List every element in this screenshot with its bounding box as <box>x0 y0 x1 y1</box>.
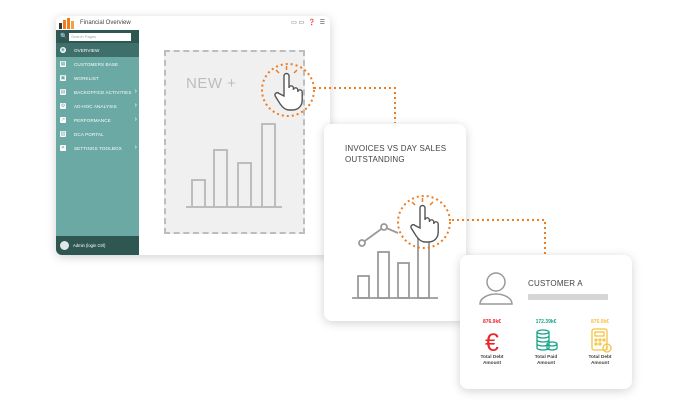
app-window: Financial Overview ▭ ▭ ❓ ☰ 🔍 ◉ OVERVIEW ▦ C… <box>56 16 330 255</box>
eye-icon: ◉ <box>60 47 66 53</box>
sidebar-item-label: DCA PORTAL <box>74 131 104 137</box>
portal-icon: ▥ <box>60 131 66 137</box>
backoffice-icon: ▤ <box>60 89 66 95</box>
metric-total-paid: 172.39k€ Total Paid Amount <box>522 319 570 367</box>
svg-text:€: € <box>606 346 609 352</box>
search-icon[interactable]: 🔍 <box>60 33 69 40</box>
title-bar: Financial Overview ▭ ▭ ❓ ☰ <box>56 16 330 30</box>
menu-icon[interactable]: ☰ <box>320 19 325 27</box>
sidebar-item-backoffice-activities[interactable]: ▤ BACKOFFICE ACTIVITIES › <box>56 85 139 99</box>
sidebar-item-settings-toolbox[interactable]: ✕ SETTINGS TOOLBOX › <box>56 141 139 155</box>
sidebar-item-label: OVERVIEW <box>74 47 100 53</box>
chevron-right-icon[interactable]: › <box>135 116 137 123</box>
worklist-icon: ▣ <box>60 75 66 81</box>
chevron-right-icon[interactable]: › <box>135 144 137 151</box>
metric-label: Total Paid Amount <box>522 355 570 367</box>
customer-card[interactable]: CUSTOMER A 876.9k€ € Total Debt Amount 1… <box>460 255 632 389</box>
search-bar: 🔍 <box>56 30 139 43</box>
performance-icon: ↗ <box>60 117 66 123</box>
chevron-right-icon[interactable]: › <box>135 88 137 95</box>
tools-icon: ✕ <box>60 145 66 151</box>
new-widget-dropzone[interactable]: NEW + <box>164 50 305 234</box>
help-icon[interactable]: ❓ <box>308 19 315 27</box>
sidebar-item-label: PERFORMANCE <box>74 117 111 123</box>
metric-label-line2: Amount <box>482 361 502 366</box>
metric-total-debt: 876.9k€ € Total Debt Amount <box>468 319 516 367</box>
sidebar-item-label: CUSTOMERS BASE <box>74 61 119 67</box>
coins-icon <box>536 329 558 351</box>
sidebar-item-label: SETTINGS TOOLBOX <box>74 145 122 151</box>
metric-total-debt-2: 876.9k€ € Total Debt Amount <box>576 319 624 367</box>
sidebar-item-customers-base[interactable]: ▦ CUSTOMERS BASE <box>56 57 139 71</box>
app-title: Financial Overview <box>80 20 131 26</box>
titlebar-icons: ▭ ▭ ❓ ☰ <box>291 19 325 27</box>
invoices-card[interactable]: INVOICES VS DAY SALES OUTSTANDING <box>324 124 466 321</box>
euro-icon: € <box>485 329 499 355</box>
window-icon[interactable]: ▭ ▭ <box>291 19 304 27</box>
svg-text:€: € <box>485 329 499 355</box>
app-logo <box>59 17 74 29</box>
customer-placeholder-bar <box>528 294 608 300</box>
metric-value: 172.39k€ <box>535 319 557 325</box>
calculator-icon: € <box>591 328 612 353</box>
main-content: NEW + <box>139 30 330 255</box>
sidebar-item-label: BACKOFFICE ACTIVITIES <box>74 89 132 95</box>
customer-name: CUSTOMER A <box>528 279 583 288</box>
sidebar-item-performance[interactable]: ↗ PERFORMANCE › <box>56 113 139 127</box>
sidebar-item-dca-portal[interactable]: ▥ DCA PORTAL <box>56 127 139 141</box>
sidebar-nav: ◉ OVERVIEW ▦ CUSTOMERS BASE ▣ WORKLIST ▤ BACKOF… <box>56 43 139 155</box>
metric-label: Total Debt Amount <box>468 355 516 367</box>
metric-label-line2: Amount <box>590 361 610 366</box>
sidebar-item-overview[interactable]: ◉ OVERVIEW <box>56 43 139 57</box>
avatar <box>60 241 69 250</box>
metric-value: 876.9k€ <box>482 319 502 325</box>
new-widget-label: NEW + <box>186 75 237 92</box>
sidebar: 🔍 ◉ OVERVIEW ▦ CUSTOMERS BASE ▣ WORKLIST ▤ BACK… <box>56 30 139 255</box>
metric-label-line2: Amount <box>536 361 556 366</box>
chevron-right-icon[interactable]: › <box>135 102 137 109</box>
metric-label: Total Debt Amount <box>576 355 624 367</box>
user-name: Admin (login Ctrl) <box>73 243 106 248</box>
sidebar-item-worklist[interactable]: ▣ WORKLIST <box>56 71 139 85</box>
sidebar-item-label: AD-HOC ANALYSIS <box>74 103 117 109</box>
search-input[interactable] <box>69 32 131 41</box>
analysis-icon: ⚙ <box>60 103 66 109</box>
user-profile[interactable]: Admin (login Ctrl) <box>56 236 139 255</box>
metric-value: 876.9k€ <box>590 319 610 325</box>
sidebar-item-ad-hoc-analysis[interactable]: ⚙ AD-HOC ANALYSIS › <box>56 99 139 113</box>
invoices-card-title: INVOICES VS DAY SALES OUTSTANDING <box>345 144 447 164</box>
customers-icon: ▦ <box>60 61 66 67</box>
sidebar-item-label: WORKLIST <box>74 75 99 81</box>
